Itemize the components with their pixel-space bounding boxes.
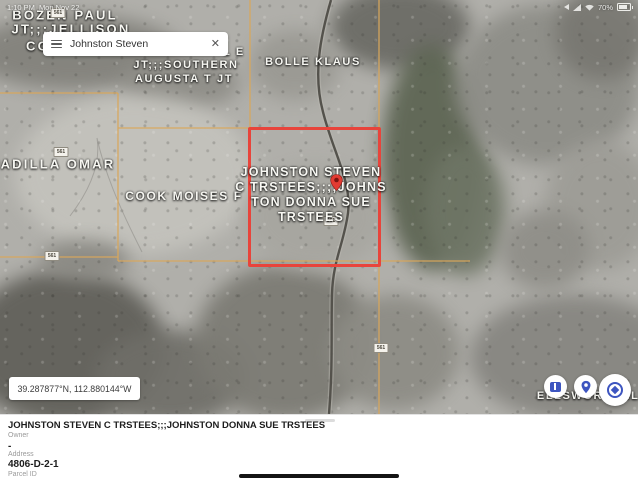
battery-percent: 70% xyxy=(598,3,613,12)
parcel-card-button[interactable] xyxy=(544,375,567,398)
parcel-info-sheet: JOHNSTON STEVEN C TRSTEES;;;JOHNSTON DON… xyxy=(0,414,638,480)
home-indicator[interactable] xyxy=(239,474,399,478)
road-shield-561: 561 xyxy=(54,147,69,157)
map-label-bolle: BOLLE KLAUS xyxy=(265,56,361,68)
marker-button[interactable] xyxy=(574,375,597,398)
selected-parcel-label-line: TRSTEES xyxy=(221,210,401,225)
clear-search-icon[interactable]: ✕ xyxy=(211,39,220,50)
map-label-southern-line2: AUGUSTA T JT xyxy=(135,73,233,85)
road-shield-561: 561 xyxy=(45,251,60,261)
search-bar[interactable]: Johnston Steven ✕ xyxy=(43,32,228,56)
owner-label: Owner xyxy=(8,432,29,439)
owner-value: JOHNSTON STEVEN C TRSTEES;;;JOHNSTON DON… xyxy=(8,420,325,431)
map-canvas[interactable]: BOZEN PAUL JT;;;JELLISON CO L E JT;;;SOU… xyxy=(0,0,638,414)
parcel-id-label: Parcel ID xyxy=(8,471,37,478)
search-input[interactable]: Johnston Steven xyxy=(70,38,203,50)
coordinates-readout: 39.287877°N, 112.880144°W xyxy=(9,377,140,400)
selected-parcel-label-line: C TRSTEES;;;;JOHNS xyxy=(221,180,401,195)
selected-parcel-label: JOHNSTON STEVEN C TRSTEES;;;;JOHNS TON D… xyxy=(221,165,401,225)
road-shield-561: 561 xyxy=(374,343,389,353)
map-pin-icon xyxy=(581,380,591,394)
parcel-card-icon xyxy=(550,382,561,392)
cellular-signal-icon xyxy=(573,4,581,11)
map-label-padilla: PADILLA OMAR xyxy=(0,157,115,172)
selected-parcel-label-line: TON DONNA SUE xyxy=(221,195,401,210)
map-label-southern-line1: JT;;;SOUTHERN xyxy=(133,59,238,71)
compass-location-icon xyxy=(607,382,623,398)
status-date: Mon Nov 22 xyxy=(39,3,79,12)
status-right: 70% xyxy=(564,3,631,12)
status-left: 1:10 PM Mon Nov 22 xyxy=(7,3,79,12)
my-location-button[interactable] xyxy=(599,374,631,406)
wifi-icon xyxy=(585,4,594,11)
vibrate-icon xyxy=(564,4,569,10)
status-time: 1:10 PM xyxy=(7,3,35,12)
battery-icon xyxy=(617,3,631,11)
menu-icon[interactable] xyxy=(51,40,62,49)
status-bar: 1:10 PM Mon Nov 22 70% xyxy=(0,0,638,14)
location-pin-icon[interactable] xyxy=(330,174,343,191)
parcel-id-value: 4806-D-2-1 xyxy=(8,459,59,470)
coordinates-text: 39.287877°N, 112.880144°W xyxy=(18,384,132,394)
address-label: Address xyxy=(8,451,34,458)
selected-parcel-label-line: JOHNSTON STEVEN xyxy=(221,165,401,180)
